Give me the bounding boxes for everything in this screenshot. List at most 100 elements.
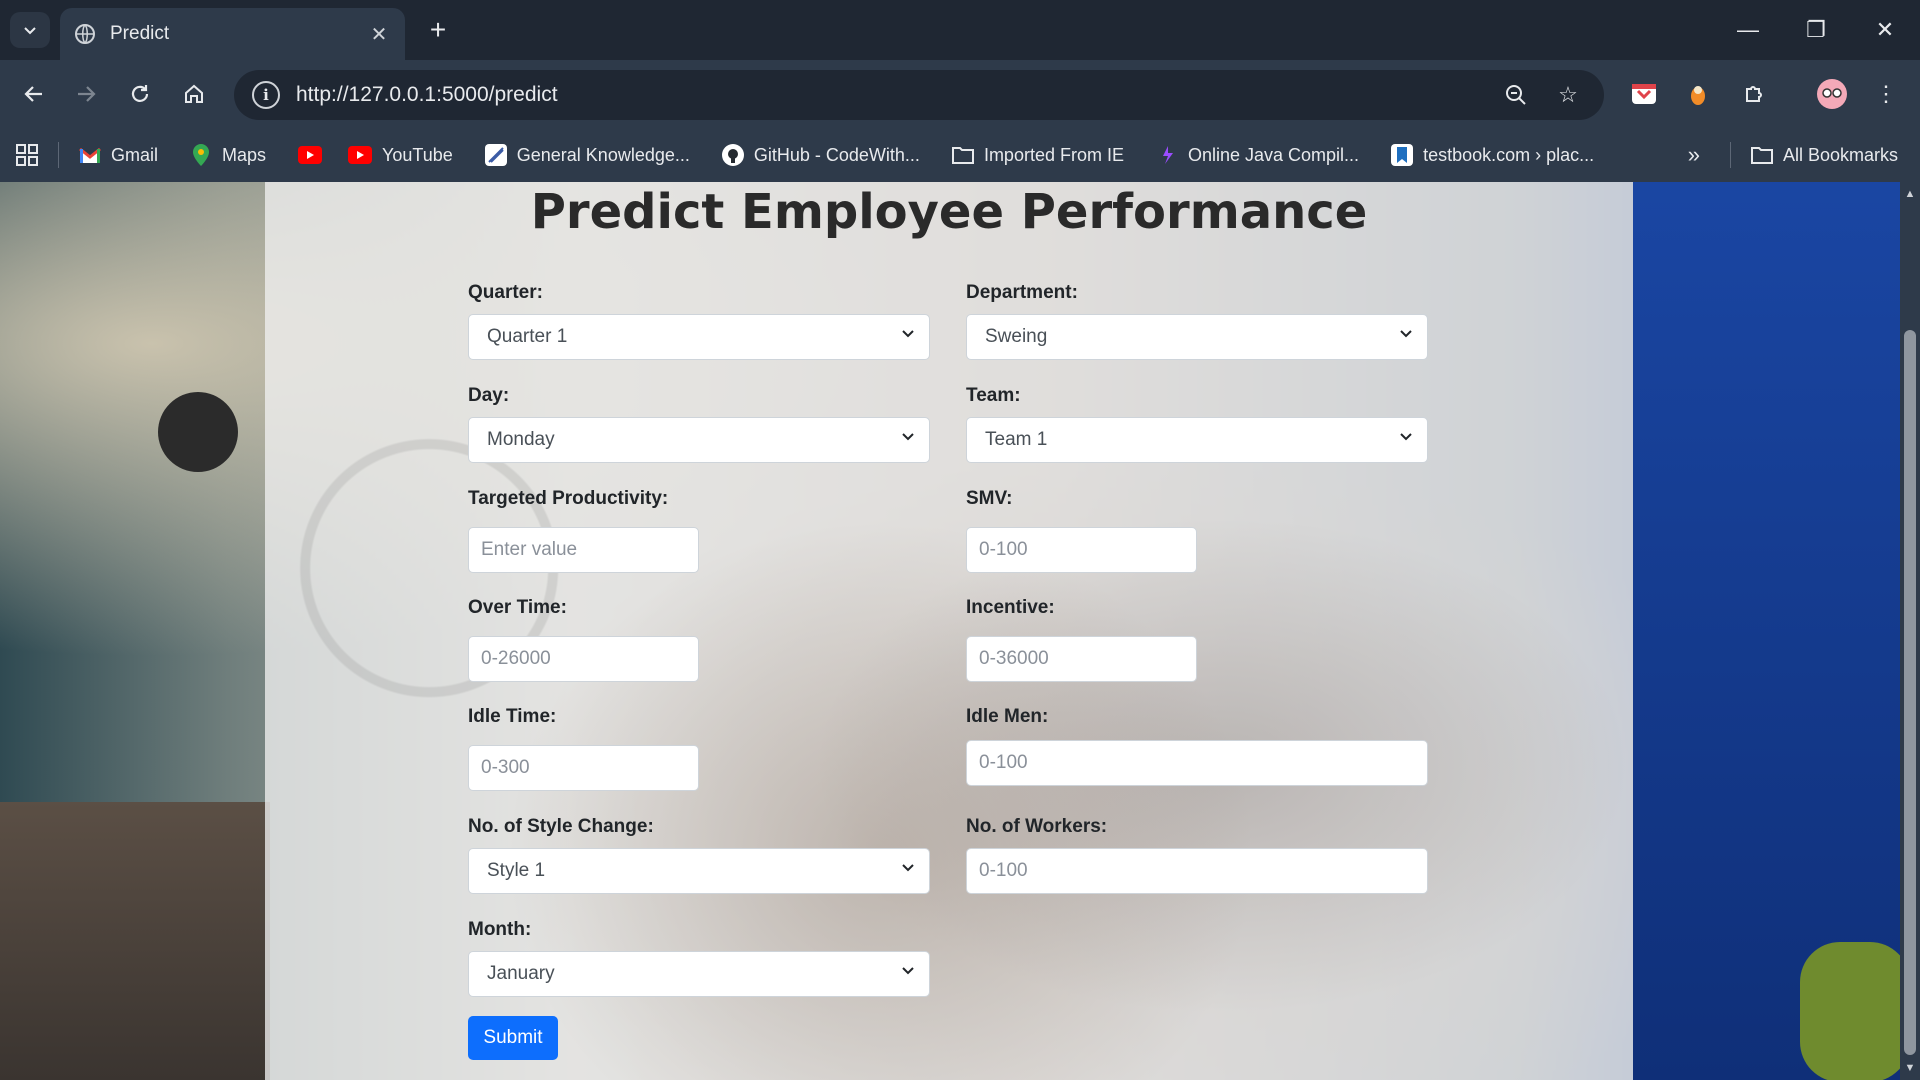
idle-time-input[interactable]: 0-300 <box>468 745 699 791</box>
bookmark-label: Online Java Compil... <box>1187 144 1360 165</box>
tab-search-button[interactable] <box>10 12 50 48</box>
team-select[interactable]: Team 1 <box>966 417 1428 463</box>
bookmark-gmail[interactable]: Gmail <box>79 144 158 166</box>
bookmarks-divider <box>58 142 59 168</box>
gmail-icon <box>79 144 101 166</box>
all-bookmarks[interactable]: All Bookmarks <box>1750 144 1898 166</box>
department-select[interactable]: Sweing <box>966 314 1428 360</box>
style-change-value: Style 1 <box>487 860 546 881</box>
style-change-select[interactable]: Style 1 <box>468 848 930 894</box>
back-arrow-icon <box>24 86 42 102</box>
workers-input[interactable]: 0-100 <box>966 848 1428 894</box>
idle-men-placeholder: 0-100 <box>979 752 1028 773</box>
chevron-down-icon <box>24 27 36 35</box>
chevron-down-icon <box>1400 433 1412 441</box>
globe-icon <box>75 24 95 44</box>
folder-icon <box>1750 144 1773 166</box>
bookmark-github[interactable]: GitHub - CodeWith... <box>721 144 920 166</box>
scrollbar-thumb[interactable] <box>1904 330 1916 1055</box>
over-time-label: Over Time: <box>468 597 567 618</box>
idle-time-placeholder: 0-300 <box>481 757 530 778</box>
zoom-icon[interactable] <box>1498 77 1534 113</box>
bookmarks-right: » All Bookmarks <box>1688 128 1898 182</box>
quarter-label: Quarter: <box>468 282 543 303</box>
extension-icon[interactable] <box>1680 76 1716 112</box>
bookmark-general-knowledge[interactable]: General Knowledge... <box>484 144 690 166</box>
targeted-productivity-placeholder: Enter value <box>481 539 578 560</box>
apps-button[interactable] <box>16 144 38 166</box>
month-value: January <box>487 963 555 984</box>
incentive-placeholder: 0-36000 <box>979 648 1049 669</box>
bookmark-youtube-icon-only[interactable] <box>298 146 332 164</box>
folder-icon <box>951 144 974 166</box>
day-label: Day: <box>468 385 510 406</box>
url-text[interactable]: http://127.0.0.1:5000/predict <box>296 83 1482 107</box>
back-button[interactable] <box>14 74 54 114</box>
bookmarks-divider <box>1729 142 1731 168</box>
browser-toolbar: i http://127.0.0.1:5000/predict ☆ ⋮ <box>0 60 1920 128</box>
restore-button[interactable]: ❐ <box>1786 8 1846 52</box>
bg-wall-clock <box>158 392 238 472</box>
quarter-value: Quarter 1 <box>487 326 568 347</box>
youtube-icon <box>348 146 373 164</box>
forward-arrow-icon <box>78 86 96 102</box>
department-value: Sweing <box>985 326 1048 347</box>
java-icon <box>1156 144 1178 166</box>
idle-men-label: Idle Men: <box>966 706 1049 727</box>
pocket-extension-icon[interactable] <box>1626 76 1662 112</box>
bg-floor <box>0 802 270 1080</box>
bookmark-testbook[interactable]: testbook.com › plac... <box>1391 144 1594 166</box>
targeted-productivity-label: Targeted Productivity: <box>468 488 669 509</box>
page-scrollbar[interactable]: ▲ ▼ <box>1900 182 1920 1080</box>
month-label: Month: <box>468 919 532 940</box>
forward-button[interactable] <box>66 74 106 114</box>
submit-button[interactable]: Submit <box>468 1016 558 1060</box>
department-label: Department: <box>966 282 1078 303</box>
address-bar[interactable]: i http://127.0.0.1:5000/predict ☆ <box>234 70 1604 120</box>
scroll-down-icon[interactable]: ▼ <box>1904 1062 1916 1074</box>
chevron-down-icon <box>902 967 914 975</box>
home-button[interactable] <box>174 74 214 114</box>
home-icon <box>185 84 203 103</box>
all-bookmarks-label: All Bookmarks <box>1782 144 1898 165</box>
bookmark-label: Maps <box>222 144 267 165</box>
site-info-icon[interactable]: i <box>252 81 280 109</box>
bookmark-label: Gmail <box>111 144 159 165</box>
bookmark-imported-from-ie[interactable]: Imported From IE <box>951 144 1124 166</box>
tab-title: Predict <box>110 23 170 44</box>
menu-icon[interactable]: ⋮ <box>1868 76 1904 112</box>
page-viewport: Predict Employee Performance Quarter: Qu… <box>0 182 1900 1080</box>
targeted-productivity-input[interactable]: Enter value <box>468 527 699 573</box>
bookmark-online-java[interactable]: Online Java Compil... <box>1156 144 1359 166</box>
reload-button[interactable] <box>120 74 160 114</box>
close-tab-icon[interactable]: ✕ <box>367 22 391 47</box>
new-tab-button[interactable]: + <box>420 12 456 48</box>
maps-icon <box>190 144 212 166</box>
scroll-up-icon[interactable]: ▲ <box>1904 188 1916 200</box>
extensions-puzzle-icon[interactable] <box>1736 76 1772 112</box>
incentive-input[interactable]: 0-36000 <box>966 636 1197 682</box>
close-window-button[interactable]: ✕ <box>1855 8 1915 52</box>
over-time-input[interactable]: 0-26000 <box>468 636 699 682</box>
team-value: Team 1 <box>985 429 1048 450</box>
chevron-down-icon <box>1400 330 1412 338</box>
more-bookmarks-icon[interactable]: » <box>1688 142 1700 168</box>
day-select[interactable]: Monday <box>468 417 930 463</box>
github-icon <box>721 144 744 166</box>
apps-grid-icon <box>16 144 38 166</box>
browser-tab[interactable]: Predict ✕ <box>60 8 405 60</box>
bookmark-youtube[interactable]: YouTube <box>348 145 453 166</box>
tab-strip: Predict ✕ + — ❐ ✕ <box>0 0 1920 60</box>
smv-input[interactable]: 0-100 <box>966 527 1197 573</box>
quarter-select[interactable]: Quarter 1 <box>468 314 930 360</box>
bookmark-star-icon[interactable]: ☆ <box>1550 77 1586 113</box>
profile-avatar[interactable] <box>1814 76 1850 112</box>
month-select[interactable]: January <box>468 951 930 997</box>
gk-icon <box>484 144 507 166</box>
idle-men-input[interactable]: 0-100 <box>966 740 1428 786</box>
bookmark-label: GitHub - CodeWith... <box>753 144 920 165</box>
workers-label: No. of Workers: <box>966 816 1108 837</box>
minimize-button[interactable]: — <box>1718 8 1778 52</box>
bookmark-maps[interactable]: Maps <box>190 144 266 166</box>
testbook-icon <box>1391 144 1414 166</box>
